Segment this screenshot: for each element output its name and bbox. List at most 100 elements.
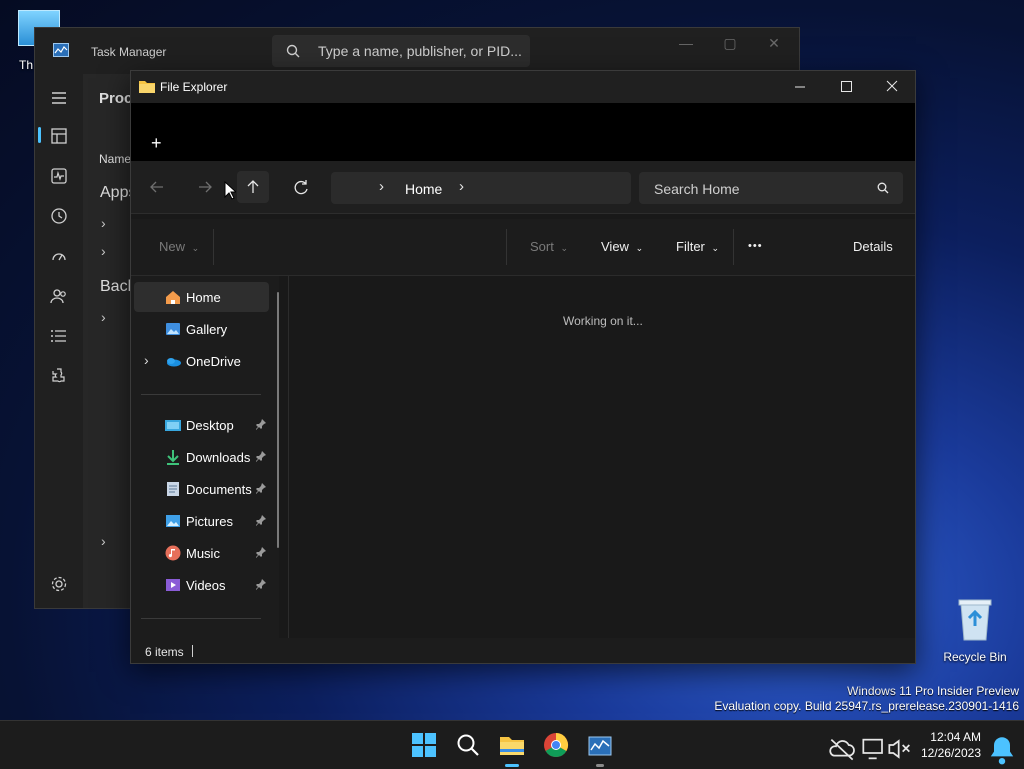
pin-icon[interactable]: [255, 450, 267, 462]
nav-item-videos[interactable]: Videos: [134, 570, 269, 600]
nav-item-label: Desktop: [186, 418, 234, 433]
cloud-offline-icon[interactable]: [826, 733, 858, 765]
more-options-button[interactable]: •••: [748, 240, 763, 252]
nav-item-music[interactable]: Music: [134, 538, 269, 568]
chevron-right-icon[interactable]: ›: [144, 352, 149, 368]
nav-item-label: Music: [186, 546, 220, 561]
nav-item-desktop[interactable]: Desktop: [134, 410, 269, 440]
search-button[interactable]: [452, 729, 484, 761]
tm-close-button[interactable]: ✕: [759, 35, 789, 51]
nav-item-label: Gallery: [186, 322, 228, 337]
desktop-icon-label: Th: [19, 58, 34, 72]
performance-icon[interactable]: [49, 166, 69, 186]
divider: [733, 229, 734, 265]
pin-icon[interactable]: [255, 546, 267, 558]
view-button[interactable]: View ⌄: [601, 239, 643, 254]
search-icon: [286, 44, 300, 58]
status-bar: 6 items: [131, 638, 915, 663]
downloads-icon: [167, 450, 179, 465]
nav-item-onedrive[interactable]: › OneDrive: [134, 346, 269, 376]
nav-scrollbar[interactable]: [277, 292, 279, 548]
file-explorer-window[interactable]: File Explorer + › Home › Search Home New…: [130, 70, 916, 664]
nav-divider: [141, 394, 261, 395]
volume-muted-icon[interactable]: [884, 733, 916, 765]
pin-icon[interactable]: [255, 578, 267, 590]
pictures-icon: [166, 515, 180, 527]
breadcrumb-chevron[interactable]: ›: [379, 178, 384, 195]
file-explorer-taskbar-icon[interactable]: [496, 729, 528, 761]
processes-icon[interactable]: [49, 126, 69, 146]
watermark-edition: Windows 11 Pro Insider Preview: [847, 684, 1019, 698]
tm-row-chevron[interactable]: ›: [101, 533, 106, 549]
breadcrumb-chevron[interactable]: ›: [459, 178, 464, 195]
tm-row-chevron[interactable]: ›: [101, 243, 106, 259]
app-history-icon[interactable]: [49, 206, 69, 226]
nav-item-label: Pictures: [186, 514, 233, 529]
nav-item-documents[interactable]: Documents: [134, 474, 269, 504]
search-box[interactable]: Search Home: [639, 172, 903, 204]
tm-row-chevron[interactable]: ›: [101, 309, 106, 325]
navigation-pane: Home Gallery › OneDrive Desktop Download…: [131, 276, 279, 638]
system-clock[interactable]: 12:04 AM 12/26/2023: [921, 729, 981, 761]
new-button[interactable]: New ⌄: [159, 239, 199, 254]
filter-button[interactable]: Filter ⌄: [676, 239, 719, 254]
nav-item-home[interactable]: Home: [134, 282, 269, 312]
task-manager-title: Task Manager: [91, 45, 167, 59]
nav-item-pictures[interactable]: Pictures: [134, 506, 269, 536]
details-icon[interactable]: [49, 326, 69, 346]
navigation-bar: › Home › Search Home: [131, 161, 915, 214]
pin-icon[interactable]: [255, 482, 267, 494]
task-manager-search[interactable]: Type a name, publisher, or PID...: [272, 35, 530, 67]
new-label: New: [159, 239, 186, 254]
start-button[interactable]: [408, 729, 440, 761]
divider: [506, 229, 507, 265]
documents-icon: [167, 482, 179, 496]
new-tab-button[interactable]: +: [151, 133, 162, 154]
recycle-bin-icon: [958, 599, 992, 641]
nav-item-label: Videos: [186, 578, 226, 593]
nav-item-label: Downloads: [186, 450, 251, 465]
item-count: 6 items: [145, 645, 184, 659]
pin-icon[interactable]: [255, 418, 267, 430]
nav-divider: [141, 618, 261, 619]
task-manager-search-placeholder: Type a name, publisher, or PID...: [318, 43, 522, 59]
users-icon[interactable]: [49, 286, 69, 306]
chrome-icon[interactable]: [540, 729, 572, 761]
clock-time: 12:04 AM: [930, 730, 981, 744]
desktop-folder-icon: [165, 420, 181, 431]
settings-icon[interactable]: [49, 574, 69, 594]
notification-bell-icon[interactable]: [986, 734, 1018, 766]
tm-minimize-button[interactable]: —: [671, 35, 701, 51]
sort-button[interactable]: Sort ⌄: [530, 239, 568, 254]
clock-date: 12/26/2023: [920, 746, 981, 760]
tm-row-chevron[interactable]: ›: [101, 215, 106, 231]
tm-column-name[interactable]: Name: [99, 152, 131, 166]
task-manager-taskbar-icon[interactable]: [584, 729, 616, 761]
maximize-button[interactable]: [823, 71, 869, 103]
refresh-icon[interactable]: [285, 171, 317, 203]
tm-maximize-button[interactable]: ▢: [715, 35, 745, 51]
up-arrow-icon[interactable]: [237, 171, 269, 203]
startup-apps-icon[interactable]: [49, 246, 69, 266]
pane-splitter[interactable]: [288, 276, 289, 638]
forward-arrow-icon[interactable]: [189, 171, 221, 203]
minimize-button[interactable]: [777, 71, 823, 103]
active-indicator: [505, 764, 519, 767]
back-arrow-icon[interactable]: [141, 171, 173, 203]
hamburger-menu-icon[interactable]: [49, 88, 69, 108]
nav-item-label: Home: [186, 290, 221, 305]
services-icon[interactable]: [49, 366, 69, 386]
close-button[interactable]: [869, 71, 915, 103]
explorer-titlebar[interactable]: File Explorer: [131, 71, 915, 103]
pin-icon[interactable]: [255, 514, 267, 526]
nav-item-gallery[interactable]: Gallery: [134, 314, 269, 344]
nav-item-downloads[interactable]: Downloads: [134, 442, 269, 472]
address-bar[interactable]: › Home ›: [331, 172, 631, 204]
filter-label: Filter: [676, 239, 705, 254]
taskbar: 12:04 AM 12/26/2023: [0, 720, 1024, 769]
chevron-down-icon: ⌄: [711, 243, 720, 253]
details-button[interactable]: Details: [853, 239, 893, 254]
breadcrumb-home[interactable]: Home: [405, 181, 442, 197]
recycle-bin[interactable]: Recycle Bin: [940, 596, 1010, 664]
videos-icon: [166, 579, 180, 591]
